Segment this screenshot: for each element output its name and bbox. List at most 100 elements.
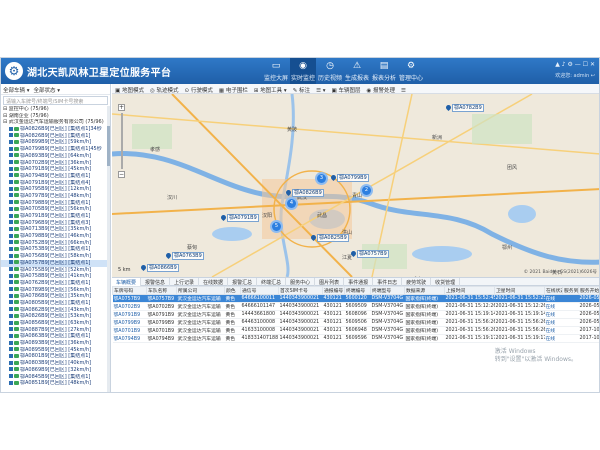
checkbox-icon[interactable]: [9, 213, 13, 218]
tree-vehicle-item[interactable]: 鄂A0826B9[已回区] [53km/h]: [1, 313, 110, 320]
column-header[interactable]: 车队名称: [146, 286, 177, 295]
nav-tab-3[interactable]: ⚠ 生成报表: [344, 58, 370, 84]
column-header[interactable]: 卫星时间: [494, 286, 545, 295]
checkbox-icon[interactable]: [9, 186, 13, 191]
checkbox-icon[interactable]: [9, 307, 13, 312]
tab-2[interactable]: 上行记录: [170, 278, 200, 286]
vehicle-marker-label[interactable]: 鄂A0866B9: [147, 264, 179, 272]
table-row[interactable]: 鄂A0799B9 鄂A0799B9 武汉金运达汽车运输 黄色 64463100008 14…: [112, 318, 599, 327]
column-header[interactable]: 在线状态: [544, 286, 563, 295]
checkbox-icon[interactable]: [9, 139, 13, 144]
nav-tab-0[interactable]: ▭ 监控大屏: [263, 58, 289, 84]
tree-vehicle-item[interactable]: 鄂A0796B9[已回区] [集结点3]: [1, 220, 110, 227]
vehicle-cluster[interactable]: 3: [317, 174, 326, 183]
tree-group[interactable]: ⊟ 湖南企业 (75/96): [1, 113, 110, 120]
checkbox-icon[interactable]: [9, 347, 13, 352]
checkbox-icon[interactable]: [9, 226, 13, 231]
tab-0[interactable]: 车辆概要: [112, 278, 142, 286]
column-header[interactable]: 首次SIM卡号: [278, 286, 323, 295]
tree-vehicle-item[interactable]: 鄂A0758B9[已回区] [41km/h]: [1, 273, 110, 280]
tree-vehicle-item[interactable]: 鄂A0798B9[已回区] [集结点1]: [1, 200, 110, 207]
checkbox-icon[interactable]: [9, 380, 13, 385]
checkbox-icon[interactable]: [9, 367, 13, 372]
tree-vehicle-item[interactable]: 鄂A0789B9[已回区] [56km/h]: [1, 287, 110, 294]
zoom-out-button[interactable]: −: [118, 171, 125, 178]
table-cell[interactable]: 在线: [544, 318, 563, 327]
checkbox-icon[interactable]: [9, 160, 13, 164]
tree-vehicle-item[interactable]: 鄂A0826B9[已回区] [集结点1]34秒: [1, 126, 110, 133]
checkbox-icon[interactable]: [9, 193, 13, 198]
tab-6[interactable]: 服务中心: [286, 278, 316, 286]
tree-vehicle-item[interactable]: 鄂A0798B9[已回区] [46km/h]: [1, 233, 110, 240]
tree-vehicle-item[interactable]: 鄂A0799B9[已回区] [集结点1]45秒: [1, 146, 110, 153]
vehicle-marker-label[interactable]: 鄂A0763B9: [172, 252, 204, 260]
checkbox-icon[interactable]: [9, 280, 13, 285]
user-greeting[interactable]: 欢迎您: admin ↩: [555, 72, 595, 79]
tab-10[interactable]: 疲劳驾驶: [402, 278, 432, 286]
tree-vehicle-item[interactable]: 鄂A0801B9[已回区] [集结点1]: [1, 353, 110, 360]
checkbox-icon[interactable]: [9, 300, 13, 305]
table-cell[interactable]: 在线: [544, 326, 563, 335]
map-view[interactable]: + − 孝感汉川蔡甸黄陂新洲武汉团风鄂州黄石咸宁江夏武昌汉阳青山洪山鄂A0782…: [112, 94, 599, 277]
tree-vehicle-item[interactable]: 鄂A0762B9[已回区] [集结点1]: [1, 280, 110, 287]
tree-vehicle-item[interactable]: 鄂A0786B9[已回区] [35km/h]: [1, 293, 110, 300]
tree-scrollbar-thumb[interactable]: [107, 126, 110, 166]
table-cell[interactable]: 在线: [544, 294, 563, 303]
table-cell[interactable]: 鄂A0702B9: [112, 302, 147, 311]
tree-vehicle-item[interactable]: 鄂A0893B9[已回区] [64km/h]: [1, 153, 110, 160]
tree-vehicle-item[interactable]: 鄂A0863B9[已回区] [集结点1]: [1, 333, 110, 340]
checkbox-icon[interactable]: [9, 253, 13, 258]
checkbox-icon[interactable]: [9, 153, 13, 158]
map-tool-4[interactable]: ⊞ 地图工具 ▾: [254, 86, 287, 94]
tab-11[interactable]: 收货管理: [431, 278, 461, 286]
tree-vehicle-item[interactable]: 鄂A0752B9[已回区] [66km/h]: [1, 240, 110, 247]
checkbox-icon[interactable]: [9, 173, 13, 178]
checkbox-icon[interactable]: [9, 166, 13, 171]
tab-8[interactable]: 事件通报: [344, 278, 374, 286]
tree-vehicle-item[interactable]: 鄂A0856B9[已回区] [63km/h]: [1, 320, 110, 327]
checkbox-icon[interactable]: [9, 146, 13, 151]
column-header[interactable]: 服务到期: [562, 286, 579, 295]
checkbox-icon[interactable]: [9, 313, 13, 318]
checkbox-icon[interactable]: [9, 287, 13, 292]
table-row[interactable]: 鄂A0791B9 鄂A0791B9 武汉金运达汽车运输 黄色 14443661800 14…: [112, 310, 599, 319]
vehicle-cluster[interactable]: 4: [287, 199, 296, 208]
tree-vehicle-item[interactable]: 鄂A0713B9[已回区] [35km/h]: [1, 226, 110, 233]
tree-vehicle-item[interactable]: 鄂A0755B9[已回区] [52km/h]: [1, 267, 110, 274]
tab-3[interactable]: 在线数据: [199, 278, 229, 286]
tree-vehicle-item[interactable]: 鄂A0805B9[已回区] [集结点1]: [1, 300, 110, 307]
zoom-slider[interactable]: [120, 113, 123, 169]
column-header[interactable]: 通报编号: [322, 286, 345, 295]
column-header[interactable]: 颜色: [224, 286, 241, 295]
checkbox-icon[interactable]: [9, 340, 13, 345]
nav-tab-2[interactable]: ◷ 历史视频: [317, 58, 343, 84]
tree-vehicle-item[interactable]: 鄂A0794B9[已回区] [集结点1]: [1, 173, 110, 180]
table-row[interactable]: 鄂A0794B9 鄂A0794B9 武汉金运达汽车运输 黄色 418331407188 1…: [112, 334, 599, 343]
column-header[interactable]: 终端型号: [370, 286, 405, 295]
zoom-control[interactable]: + −: [118, 104, 125, 184]
checkbox-icon[interactable]: [9, 206, 13, 211]
table-cell[interactable]: 鄂A0799B9: [112, 318, 147, 327]
tree-vehicle-item[interactable]: 鄂A0845B9[已回区] [集结点1]: [1, 374, 110, 381]
map-tool-2[interactable]: ⊙ 行驶模式: [185, 86, 213, 94]
tree-vehicle-item[interactable]: 鄂A0899B9[已回区] [59km/h]: [1, 139, 110, 146]
checkbox-icon[interactable]: [9, 353, 13, 358]
column-header[interactable]: 所属公司: [176, 286, 225, 295]
tree-vehicle-item[interactable]: 鄂A0705B9[已回区] [56km/h]: [1, 206, 110, 213]
tree-vehicle-item[interactable]: 鄂A0862B9[已回区] [43km/h]: [1, 307, 110, 314]
table-cell[interactable]: 鄂A0794B9: [112, 334, 147, 343]
table-cell[interactable]: 在线: [544, 334, 563, 343]
column-header[interactable]: 终端编号: [344, 286, 371, 295]
table-cell[interactable]: 在线: [544, 310, 563, 319]
map-tool-3[interactable]: ▦ 电子围栏: [219, 86, 248, 94]
tab-5[interactable]: 终端汇总: [257, 278, 287, 286]
checkbox-icon[interactable]: [9, 246, 13, 251]
checkbox-icon[interactable]: [9, 360, 13, 365]
checkbox-icon[interactable]: [9, 293, 13, 298]
tree-vehicle-item[interactable]: 鄂A0869B9[已回区] [32km/h]: [1, 367, 110, 374]
tree-vehicle-item[interactable]: 鄂A0893B9[已回区] [36km/h]: [1, 340, 110, 347]
tree-vehicle-item[interactable]: 鄂A0887B9[已回区] [27km/h]: [1, 327, 110, 334]
vehicle-marker-label[interactable]: 鄂A0791B9: [227, 214, 259, 222]
tree-vehicle-item[interactable]: 鄂A0702B9[已回区] [36km/h]: [1, 160, 110, 167]
column-header[interactable]: 上报时间: [444, 286, 495, 295]
